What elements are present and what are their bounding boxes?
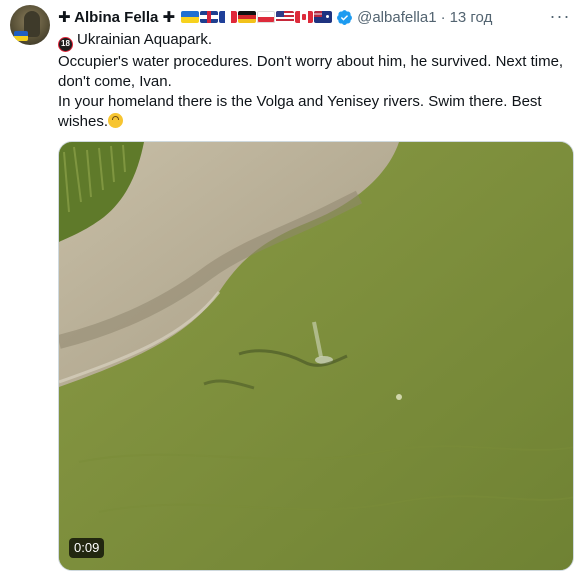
united-states-flag-icon <box>276 11 295 23</box>
france-flag-icon <box>219 11 238 23</box>
ukraine-flag-icon <box>181 11 200 23</box>
verified-badge-icon <box>337 9 353 25</box>
tweet-header: ✚ Albina Fella ✚ @albafella1 · 13 год <box>58 6 492 28</box>
tweet-line-1-text: Ukrainian Aquapark. <box>77 31 213 48</box>
video-duration: 0:09 <box>69 538 105 558</box>
tweet-line-2: Occupier's water procedures. Don't worry… <box>58 53 564 90</box>
18-plus-icon: 18 <box>58 37 73 52</box>
video-player[interactable]: 0:09 <box>58 141 574 571</box>
germany-flag-icon <box>238 11 257 23</box>
tweet[interactable]: ✚ Albina Fella ✚ @albafella1 · 13 год ··… <box>0 0 581 577</box>
tweet-text: 18 Ukrainian Aquapark. Occupier's water p… <box>58 30 568 132</box>
avatar[interactable] <box>10 5 50 45</box>
tweet-line-3: In your homeland there is the Volga and … <box>58 92 568 132</box>
australia-flag-icon <box>314 11 333 23</box>
separator-dot: · <box>440 8 446 26</box>
handle[interactable]: @albafella1 <box>357 9 436 26</box>
avatar-ukraine-flag-icon <box>14 31 28 41</box>
video-thumbnail <box>59 142 573 570</box>
flag-list <box>181 11 333 23</box>
display-name[interactable]: ✚ Albina Fella ✚ <box>58 8 175 26</box>
tweet-line-3-text: In your homeland there is the Volga and … <box>58 93 542 130</box>
canada-flag-icon <box>295 11 314 23</box>
tweet-line-1: 18 Ukrainian Aquapark. <box>58 30 568 52</box>
upside-down-face-emoji-icon <box>108 113 124 128</box>
more-options-icon[interactable]: ··· <box>549 6 571 26</box>
poland-flag-icon <box>257 11 276 23</box>
timestamp[interactable]: 13 год <box>450 9 493 26</box>
united-kingdom-flag-icon <box>200 11 219 23</box>
